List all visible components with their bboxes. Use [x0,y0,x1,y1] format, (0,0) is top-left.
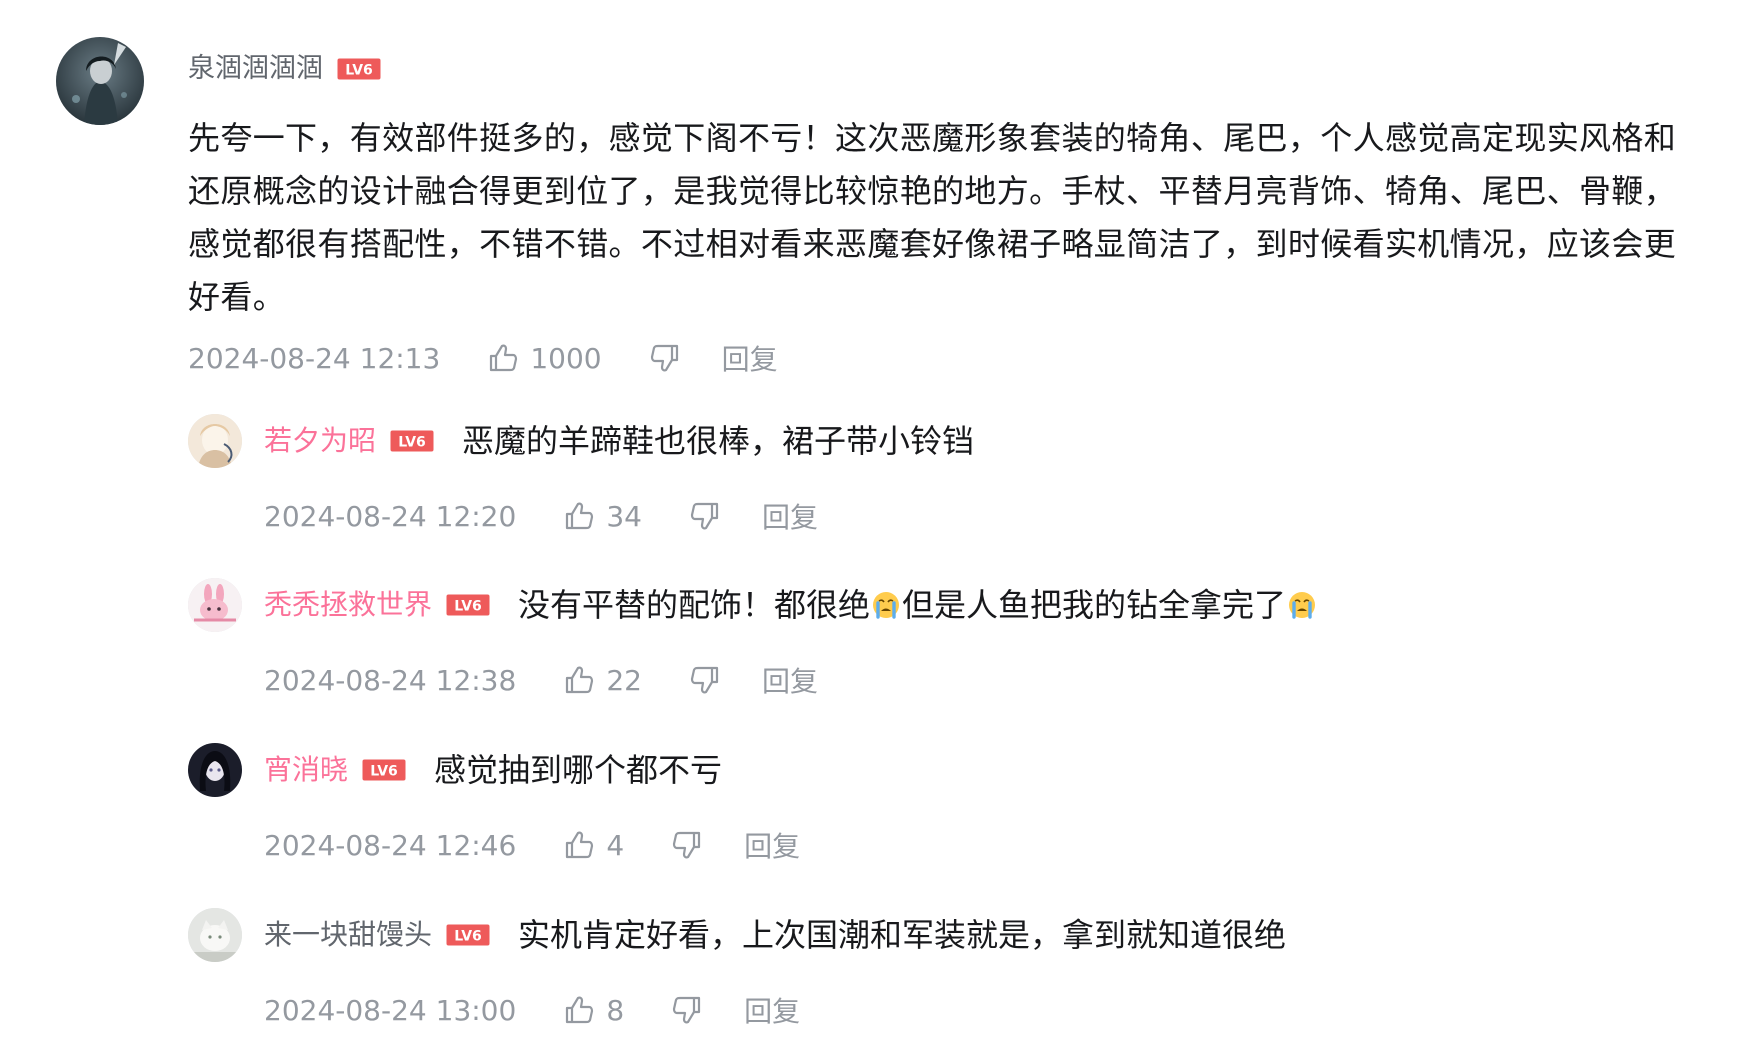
username[interactable]: 泉涸涸涸涸 [188,52,323,86]
reply-line: 若夕为昭 LV6 恶魔的羊蹄鞋也很棒，裙子带小铃铛 [264,418,974,464]
level-badge-icon: LV6 [390,430,434,452]
thumbs-up-icon [490,344,518,372]
thumbs-down-icon [690,502,719,530]
reply-button[interactable]: 回复 [744,990,800,1030]
user-avatar[interactable] [188,578,242,632]
thumbs-up-icon [566,502,594,530]
username[interactable]: 来一块甜馒头 [264,917,432,953]
user-avatar[interactable] [188,743,242,797]
username[interactable]: 宵消晓 [264,752,348,788]
reply-text: 感觉抽到哪个都不亏 [434,751,723,789]
like-count: 8 [606,993,625,1027]
avatar-image [188,908,242,962]
dislike-button[interactable] [670,993,704,1027]
avatar-image [188,578,242,632]
user-avatar[interactable] [188,414,242,468]
level-badge-text: LV6 [345,63,373,79]
comment-actions: 2024-08-24 12:13 1000 回复 [188,338,778,378]
reply-button[interactable]: 回复 [762,660,818,700]
level-badge-icon: LV6 [446,594,490,616]
like-button[interactable]: 4 [562,828,624,862]
reply-actions: 2024-08-24 12:46 4 回复 [264,825,800,865]
dislike-button[interactable] [688,499,722,533]
reply-text-part: 没有平替的配饰！都很绝 [518,586,871,624]
username[interactable]: 若夕为昭 [264,423,376,459]
comment-time: 2024-08-24 12:13 [188,341,441,375]
reply-actions: 2024-08-24 13:00 8 回复 [264,990,800,1030]
thumbs-down-icon [673,996,701,1024]
reply-text: 没有平替的配饰！都很绝 但是人鱼把我的钻全拿完了 [518,585,1318,625]
level-badge-icon: LV6 [362,759,406,781]
reply-text: 恶魔的羊蹄鞋也很棒，裙子带小铃铛 [462,422,975,460]
reply-text-part: 但是人鱼把我的钻全拿完了 [902,586,1287,624]
thumbs-up-icon [566,996,594,1024]
reply-time: 2024-08-24 12:46 [264,828,517,862]
level-badge-text: LV6 [454,599,482,615]
like-count: 34 [606,499,642,533]
thumbs-up-icon [566,831,594,859]
dislike-button[interactable] [670,828,704,862]
avatar-image [56,37,144,125]
like-count: 4 [606,828,625,862]
level-badge-text: LV6 [398,435,426,451]
thumbs-down-icon [690,666,719,694]
thumbs-down-icon [673,831,701,859]
user-avatar[interactable] [56,37,144,125]
avatar-image [188,743,242,797]
username[interactable]: 秃秃拯救世界 [264,587,432,623]
crying-face-emoji-icon [1289,592,1316,619]
level-badge-text: LV6 [370,764,398,780]
dislike-button[interactable] [648,341,682,375]
avatar-image [188,414,242,468]
like-count: 1000 [530,341,602,375]
reply-text: 实机肯定好看，上次国潮和军装就是，拿到就知道很绝 [518,916,1287,954]
reply-line: 宵消晓 LV6 感觉抽到哪个都不亏 [264,747,722,793]
like-button[interactable]: 22 [562,663,642,697]
reply-actions: 2024-08-24 12:20 34 回复 [264,496,818,536]
reply-button[interactable]: 回复 [744,825,800,865]
level-badge-icon: LV6 [446,924,490,946]
dislike-button[interactable] [688,663,722,697]
like-count: 22 [606,663,642,697]
level-badge-icon: LV6 [337,58,381,80]
reply-time: 2024-08-24 12:20 [264,499,517,533]
thumbs-down-icon [650,344,678,372]
comment-text: 先夸一下，有效部件挺多的，感觉下阁不亏！这次恶魔形象套装的犄角、尾巴，个人感觉高… [188,119,1677,316]
like-button[interactable]: 1000 [486,341,602,375]
reply-time: 2024-08-24 12:38 [264,663,517,697]
reply-actions: 2024-08-24 12:38 22 回复 [264,660,818,700]
like-button[interactable]: 8 [562,993,624,1027]
reply-line: 来一块甜馒头 LV6 实机肯定好看，上次国潮和军装就是，拿到就知道很绝 [264,912,1286,958]
user-avatar[interactable] [188,908,242,962]
crying-face-emoji-icon [873,592,900,619]
comment-thread: 泉涸涸涸涸 LV6 先夸一下，有效部件挺多的，感觉下阁不亏！这次恶魔形象套装的犄… [0,0,1744,1044]
level-badge-text: LV6 [454,929,482,945]
thumbs-up-icon [566,666,594,694]
reply-line: 秃秃拯救世界 LV6 没有平替的配饰！都很绝 但是人鱼把我的钻全拿完了 [264,582,1318,628]
reply-button[interactable]: 回复 [762,496,818,536]
reply-time: 2024-08-24 13:00 [264,993,517,1027]
like-button[interactable]: 34 [562,499,642,533]
reply-button[interactable]: 回复 [722,338,778,378]
comment-header: 泉涸涸涸涸 LV6 [188,52,381,86]
